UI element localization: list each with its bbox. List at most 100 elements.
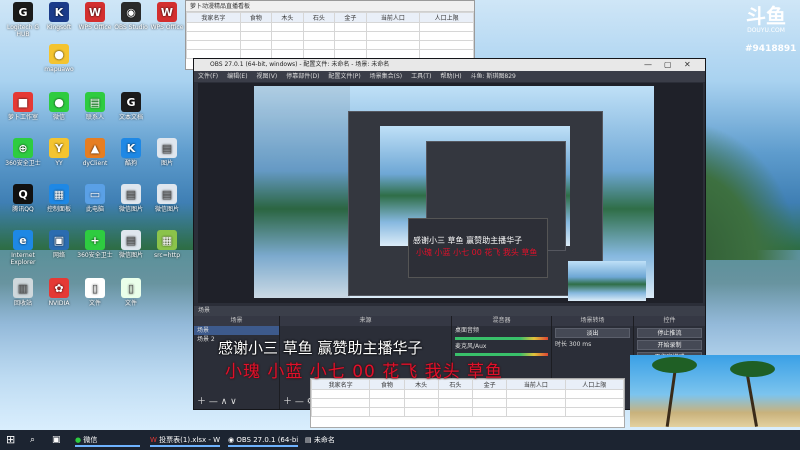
table-row[interactable]: [186, 22, 474, 32]
desktop-icon[interactable]: ▣ 网络: [40, 230, 78, 259]
close-icon[interactable]: ✕: [684, 59, 691, 71]
donor-names-caption: 小瑰 小蓝 小七 00 花飞 我头 草鱼: [225, 362, 504, 382]
scene-add-icon[interactable]: ＋ — ∧ ∨: [197, 394, 237, 407]
menu-scene-collection[interactable]: 场景集合(S): [370, 73, 403, 80]
desktop-icon[interactable]: ▲ dyClient: [76, 138, 114, 167]
desktop-icon[interactable]: ▦ src=http: [148, 230, 186, 259]
taskbar-item-spreadsheet[interactable]: W 投票表(1).xlsx - W...: [150, 433, 220, 447]
column-header[interactable]: 我家名字: [186, 12, 241, 23]
table-row[interactable]: [186, 40, 474, 50]
column-header[interactable]: 石头: [302, 12, 336, 23]
column-header[interactable]: 木头: [271, 12, 304, 23]
desktop-icon-label: mapuawo: [44, 66, 74, 73]
desktop-icon[interactable]: K 酷狗: [112, 138, 150, 167]
task-view-icon[interactable]: ▣: [52, 433, 61, 447]
desktop-icon[interactable]: ■ 萝卜工作室: [4, 92, 42, 121]
column-header[interactable]: 当前人口: [506, 379, 566, 390]
desktop-icon[interactable]: ▤ 微信图片: [112, 230, 150, 259]
maximize-icon[interactable]: ▢: [664, 59, 672, 71]
menu-douyu-account[interactable]: 斗鱼: 斯琪图829: [470, 73, 515, 80]
desktop-icon-label: 微信: [52, 114, 65, 121]
search-icon[interactable]: ⌕: [30, 433, 35, 447]
app-icon: ▤: [157, 138, 177, 158]
spreadsheet-window-bottom[interactable]: 我家名字 食物 木头 石头 金子 当前人口 人口上限: [310, 378, 625, 428]
app-icon: ▤: [121, 230, 141, 250]
desktop-icon[interactable]: K Kingsoft: [40, 2, 78, 31]
desktop-icon-label: 萝卜工作室: [7, 114, 38, 121]
menu-profile[interactable]: 配置文件(P): [328, 73, 360, 80]
palm-leaves: [652, 357, 697, 373]
column-header[interactable]: 人口上限: [419, 12, 474, 23]
obs-icon: ◉: [228, 436, 235, 444]
duration-value[interactable]: 300 ms: [569, 341, 591, 348]
spreadsheet-table[interactable]: 我家名字 食物 木头 石头 金子 当前人口 人口上限: [310, 379, 625, 417]
desktop-icon[interactable]: ⊕ 360安全卫士: [4, 138, 42, 167]
column-header[interactable]: 当前人口: [365, 12, 421, 23]
table-header-row: 我家名字 食物 木头 石头 金子 当前人口 人口上限: [186, 12, 474, 23]
start-recording-button[interactable]: 开始录制: [637, 340, 702, 350]
room-number: 9418891: [752, 44, 797, 54]
scenes-header: 场景: [194, 316, 279, 326]
desktop-icon[interactable]: ▤ 微信图片: [112, 184, 150, 213]
desktop-icon[interactable]: G Logitech G HUB: [4, 2, 42, 38]
taskbar-item-untitled[interactable]: ▤ 未命名: [305, 433, 355, 447]
column-header[interactable]: 人口上限: [564, 379, 625, 390]
table-row[interactable]: [310, 407, 625, 417]
taskbar-item-wechat[interactable]: ● 微信: [75, 433, 140, 447]
desktop-icon[interactable]: W WPS Office: [148, 2, 186, 31]
desktop-icon[interactable]: ▭ 此电脑: [76, 184, 114, 213]
minimize-icon[interactable]: —: [644, 59, 652, 71]
desktop-icon-label: 腾讯QQ: [12, 206, 34, 213]
desktop-icon[interactable]: ▥ 回收站: [4, 278, 42, 307]
desktop-icon[interactable]: ◉ OBS Studio: [112, 2, 150, 31]
desktop-icon[interactable]: ▤ 微信图片: [148, 184, 186, 213]
menu-file[interactable]: 文件(F): [198, 73, 218, 80]
desktop-icon[interactable]: ▯ 文件: [112, 278, 150, 307]
column-header[interactable]: 金子: [334, 12, 367, 23]
transitions-header: 场景转场: [552, 316, 633, 326]
taskbar-item-obs[interactable]: ◉ OBS 27.0.1 (64-bi...: [228, 433, 298, 447]
obs-titlebar[interactable]: OBS 27.0.1 (64-bit, windows) - 配置文件: 未命名…: [194, 59, 705, 71]
app-icon: ●: [49, 92, 69, 112]
desktop-icon-label: dyClient: [82, 160, 108, 167]
app-icon: ▤: [85, 92, 105, 112]
douyu-watermark: 斗鱼 DOUYU.COM: [746, 5, 786, 34]
transition-select[interactable]: 淡出: [555, 328, 630, 338]
desktop-icon[interactable]: ▯ 文件: [76, 278, 114, 307]
menu-edit[interactable]: 编辑(E): [227, 73, 247, 80]
desktop-icon[interactable]: ▤ 联系人: [76, 92, 114, 121]
obs-preview[interactable]: 感谢小三 草鱼 赢赞助主播华子 小瑰 小蓝 小七 00 花飞 我头 草鱼: [198, 83, 703, 303]
menu-docks[interactable]: 停靠部件(D): [286, 73, 319, 80]
desktop-icon[interactable]: G 文本文档: [112, 92, 150, 121]
desktop-icon-label: 360安全卫士: [5, 160, 41, 167]
desktop-icon[interactable]: W WPS Office: [76, 2, 114, 31]
desktop-icon-label: WPS Office: [78, 24, 112, 31]
scene-item[interactable]: 场景: [194, 326, 279, 335]
table-row[interactable]: [310, 398, 625, 408]
app-icon: +: [85, 230, 105, 250]
desktop-icon[interactable]: Q 腾讯QQ: [4, 184, 42, 213]
desktop-icon-label: 微信图片: [118, 252, 143, 259]
desktop-icon[interactable]: +360安全卫士: [76, 230, 114, 259]
table-row[interactable]: [186, 31, 474, 41]
douyu-logo: 斗鱼: [746, 4, 786, 28]
palm-leaves: [730, 361, 775, 377]
mixer-meter: [455, 337, 548, 340]
table-row[interactable]: [310, 389, 625, 399]
menu-help[interactable]: 帮助(H): [440, 73, 461, 80]
desktop-icon[interactable]: ▤ 图片: [148, 138, 186, 167]
spreadsheet-table[interactable]: 我家名字 食物 木头 石头 金子 当前人口 人口上限: [186, 12, 474, 59]
desktop-icon[interactable]: Y YY: [40, 138, 78, 167]
preview-beach-thumb: [568, 261, 646, 301]
desktop-icon[interactable]: ▦ 控制面板: [40, 184, 78, 213]
desktop-icon[interactable]: ● mapuawo: [40, 44, 78, 73]
desktop-icon[interactable]: e Internet Explorer: [4, 230, 42, 266]
windows-start-icon[interactable]: ⊞: [6, 433, 15, 447]
desktop-icon[interactable]: ✿ NVIDIA: [40, 278, 78, 307]
column-header[interactable]: 食物: [239, 12, 273, 23]
menu-tools[interactable]: 工具(T): [411, 73, 431, 80]
menu-view[interactable]: 视图(V): [256, 73, 277, 80]
stop-stream-button[interactable]: 停止推流: [637, 328, 702, 338]
desktop-icon[interactable]: ● 微信: [40, 92, 78, 121]
app-icon: ■: [13, 92, 33, 112]
